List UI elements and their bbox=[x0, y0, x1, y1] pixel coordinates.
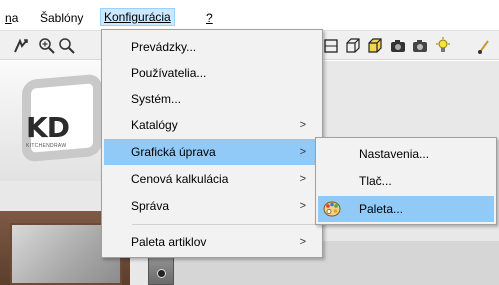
menu-item-paleta[interactable]: Paleta... bbox=[318, 196, 494, 222]
menu-bar: na Šablóny Konfigurácia ? bbox=[0, 0, 499, 30]
menu-item-konfiguracia[interactable]: Konfigurácia bbox=[100, 8, 175, 26]
chevron-right-icon: > bbox=[299, 146, 306, 158]
menu-item-nastavenia[interactable]: Nastavenia... bbox=[318, 141, 494, 167]
menu-item-help-label: ? bbox=[206, 11, 213, 25]
menu-item-paleta-artiklov[interactable]: Paleta artiklov > bbox=[104, 229, 320, 255]
menu-item-na-label: a bbox=[11, 11, 19, 25]
camera-icon[interactable] bbox=[389, 37, 407, 55]
camera-icon[interactable] bbox=[411, 37, 429, 55]
zoom-in-icon[interactable] bbox=[38, 37, 56, 55]
zoom-out-icon[interactable] bbox=[58, 37, 76, 55]
menu-item-tlac[interactable]: Tlač... bbox=[318, 168, 494, 194]
menu-item-sprava[interactable]: Správa > bbox=[104, 193, 320, 219]
configuration-menu: Prevádzky... Používatelia... Systém... K… bbox=[101, 29, 323, 258]
cube-icon[interactable] bbox=[344, 37, 362, 55]
chevron-right-icon: > bbox=[299, 200, 306, 212]
menu-item-na[interactable]: na bbox=[2, 9, 21, 27]
knob-icon bbox=[157, 269, 166, 278]
menu-item-konfiguracia-label: Konfigurácia bbox=[104, 10, 171, 24]
menu-item-pouzivatelia[interactable]: Používatelia... bbox=[104, 60, 320, 86]
menu-separator bbox=[132, 224, 318, 225]
graphics-submenu: Nastavenia... Tlač... Paleta... bbox=[315, 137, 497, 225]
menu-item-katalogy[interactable]: Katalógy > bbox=[104, 112, 320, 138]
menu-item-prevadzky[interactable]: Prevádzky... bbox=[104, 34, 320, 60]
lightbulb-icon[interactable] bbox=[434, 37, 452, 55]
menu-item-sablony-label: Šablóny bbox=[40, 11, 84, 25]
cube-yellow-icon[interactable] bbox=[366, 37, 384, 55]
chevron-right-icon: > bbox=[299, 236, 306, 248]
logo-subtitle: KITCHENDRAW bbox=[26, 143, 67, 149]
brush-icon[interactable] bbox=[476, 37, 494, 55]
menu-item-system[interactable]: Systém... bbox=[104, 86, 320, 112]
chevron-right-icon: > bbox=[299, 119, 306, 131]
menu-item-cenova-kalkulacia[interactable]: Cenová kalkulácia > bbox=[104, 166, 320, 192]
palette-icon bbox=[323, 200, 341, 218]
chevron-right-icon: > bbox=[299, 173, 306, 185]
logo: KD bbox=[26, 111, 70, 144]
box-icon[interactable] bbox=[322, 37, 340, 55]
menu-item-graficka-uprava[interactable]: Grafická úprava > bbox=[104, 139, 320, 165]
arrow-split-icon[interactable] bbox=[12, 37, 30, 55]
menu-item-help[interactable]: ? bbox=[203, 9, 216, 27]
menu-item-sablony[interactable]: Šablóny bbox=[37, 9, 86, 27]
